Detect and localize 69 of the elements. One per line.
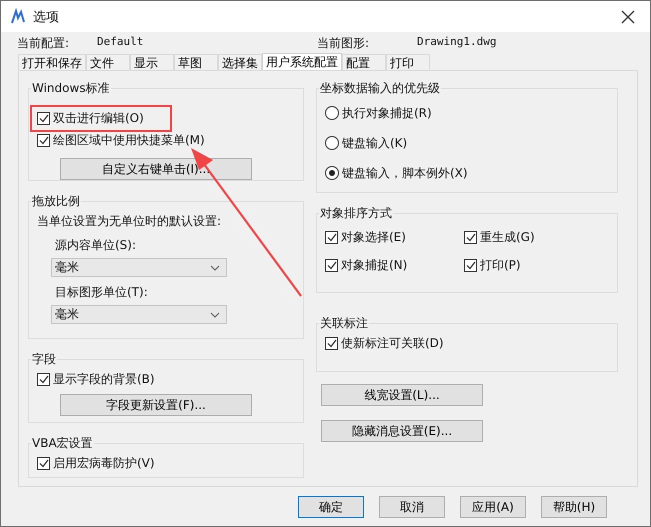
checkmark-icon bbox=[466, 260, 476, 270]
settings-button[interactable]: 字段更新设置(F)... bbox=[60, 394, 252, 416]
checkbox-label: 显示字段的背景(B) bbox=[53, 370, 155, 388]
info-value: Default bbox=[97, 35, 144, 50]
checkmark-icon bbox=[38, 458, 48, 468]
radio-label: 键盘输入，脚本例外(X) bbox=[342, 164, 468, 182]
checkbox-label: 双击进行编辑(O) bbox=[53, 110, 144, 126]
checkbox-label: 绘图区域中使用快捷菜单(M) bbox=[53, 132, 205, 148]
checkbox-label: 对象选择(E) bbox=[341, 228, 406, 246]
app-icon bbox=[9, 8, 27, 26]
dialog-button[interactable]: 帮助(H) bbox=[541, 496, 607, 518]
tab[interactable]: 文件 bbox=[86, 54, 130, 70]
chevron-down-icon bbox=[210, 264, 220, 270]
checkbox[interactable] bbox=[325, 258, 338, 272]
settings-button[interactable]: 隐藏消息设置(E)... bbox=[321, 420, 483, 442]
checkbox[interactable] bbox=[37, 372, 50, 386]
dialog-button[interactable]: 取消 bbox=[379, 496, 445, 518]
checkbox-label: 重生成(G) bbox=[480, 228, 535, 246]
description-text: 当单位设置为无单位时的默认设置: bbox=[37, 213, 222, 230]
group-title: 坐标数据输入的优先级 bbox=[319, 80, 441, 97]
checkbox[interactable] bbox=[37, 134, 50, 146]
checkbox[interactable] bbox=[325, 336, 338, 350]
dialog-button[interactable]: 确定 bbox=[298, 496, 364, 518]
checkmark-icon bbox=[38, 136, 48, 144]
info-value: Drawing1.dwg bbox=[417, 35, 497, 50]
checkbox[interactable] bbox=[37, 112, 50, 124]
checkbox-label: 使新标注可关联(D) bbox=[341, 334, 444, 352]
info-label: 当前配置: bbox=[17, 35, 70, 52]
checkmark-icon bbox=[38, 114, 48, 122]
chevron-down-icon bbox=[210, 312, 220, 318]
checkbox[interactable] bbox=[37, 456, 50, 470]
radio-button[interactable] bbox=[325, 136, 339, 150]
tab[interactable]: 打印 bbox=[386, 54, 430, 70]
info-label: 当前图形: bbox=[317, 35, 370, 52]
tab[interactable]: 打开和保存 bbox=[18, 54, 86, 70]
group-title: 字段 bbox=[31, 351, 57, 368]
checkmark-icon bbox=[326, 260, 336, 270]
checkmark-icon bbox=[466, 232, 476, 242]
checkbox-label: 打印(P) bbox=[480, 256, 521, 274]
dialog-button[interactable]: 应用(A) bbox=[460, 496, 526, 518]
radio-label: 执行对象捕捉(R) bbox=[342, 104, 432, 122]
radio-button[interactable] bbox=[325, 166, 339, 180]
checkbox[interactable] bbox=[325, 230, 338, 244]
group-title: VBA宏设置 bbox=[31, 435, 94, 452]
dropdown[interactable]: 毫米 bbox=[51, 258, 227, 277]
group-title: 关联标注 bbox=[319, 315, 369, 332]
checkbox[interactable] bbox=[464, 258, 477, 272]
checkbox-label: 启用宏病毒防护(V) bbox=[53, 454, 155, 472]
group-title: 对象排序方式 bbox=[319, 205, 393, 222]
tab[interactable]: 选择集 bbox=[218, 54, 262, 70]
tab[interactable]: 用户系统配置 bbox=[262, 53, 342, 70]
tab[interactable]: 显示 bbox=[130, 54, 174, 70]
settings-button[interactable]: 线宽设置(L)... bbox=[321, 384, 483, 406]
close-icon bbox=[621, 10, 635, 24]
radio-label: 键盘输入(K) bbox=[342, 134, 408, 152]
tab[interactable]: 草图 bbox=[174, 54, 218, 70]
radio-button[interactable] bbox=[325, 106, 339, 120]
field-label: 源内容单位(S): bbox=[54, 237, 138, 254]
checkbox-label: 对象捕捉(N) bbox=[341, 256, 408, 274]
window-title: 选项 bbox=[33, 8, 59, 26]
dropdown[interactable]: 毫米 bbox=[51, 305, 227, 324]
checkmark-icon bbox=[326, 232, 336, 242]
group-title: 拖放比例 bbox=[31, 193, 81, 210]
checkmark-icon bbox=[326, 338, 336, 348]
field-label: 目标图形单位(T): bbox=[54, 284, 149, 301]
tab[interactable]: 配置 bbox=[342, 54, 386, 70]
checkbox[interactable] bbox=[464, 230, 477, 244]
checkmark-icon bbox=[38, 374, 48, 384]
group-title: Windows标准 bbox=[31, 80, 111, 97]
